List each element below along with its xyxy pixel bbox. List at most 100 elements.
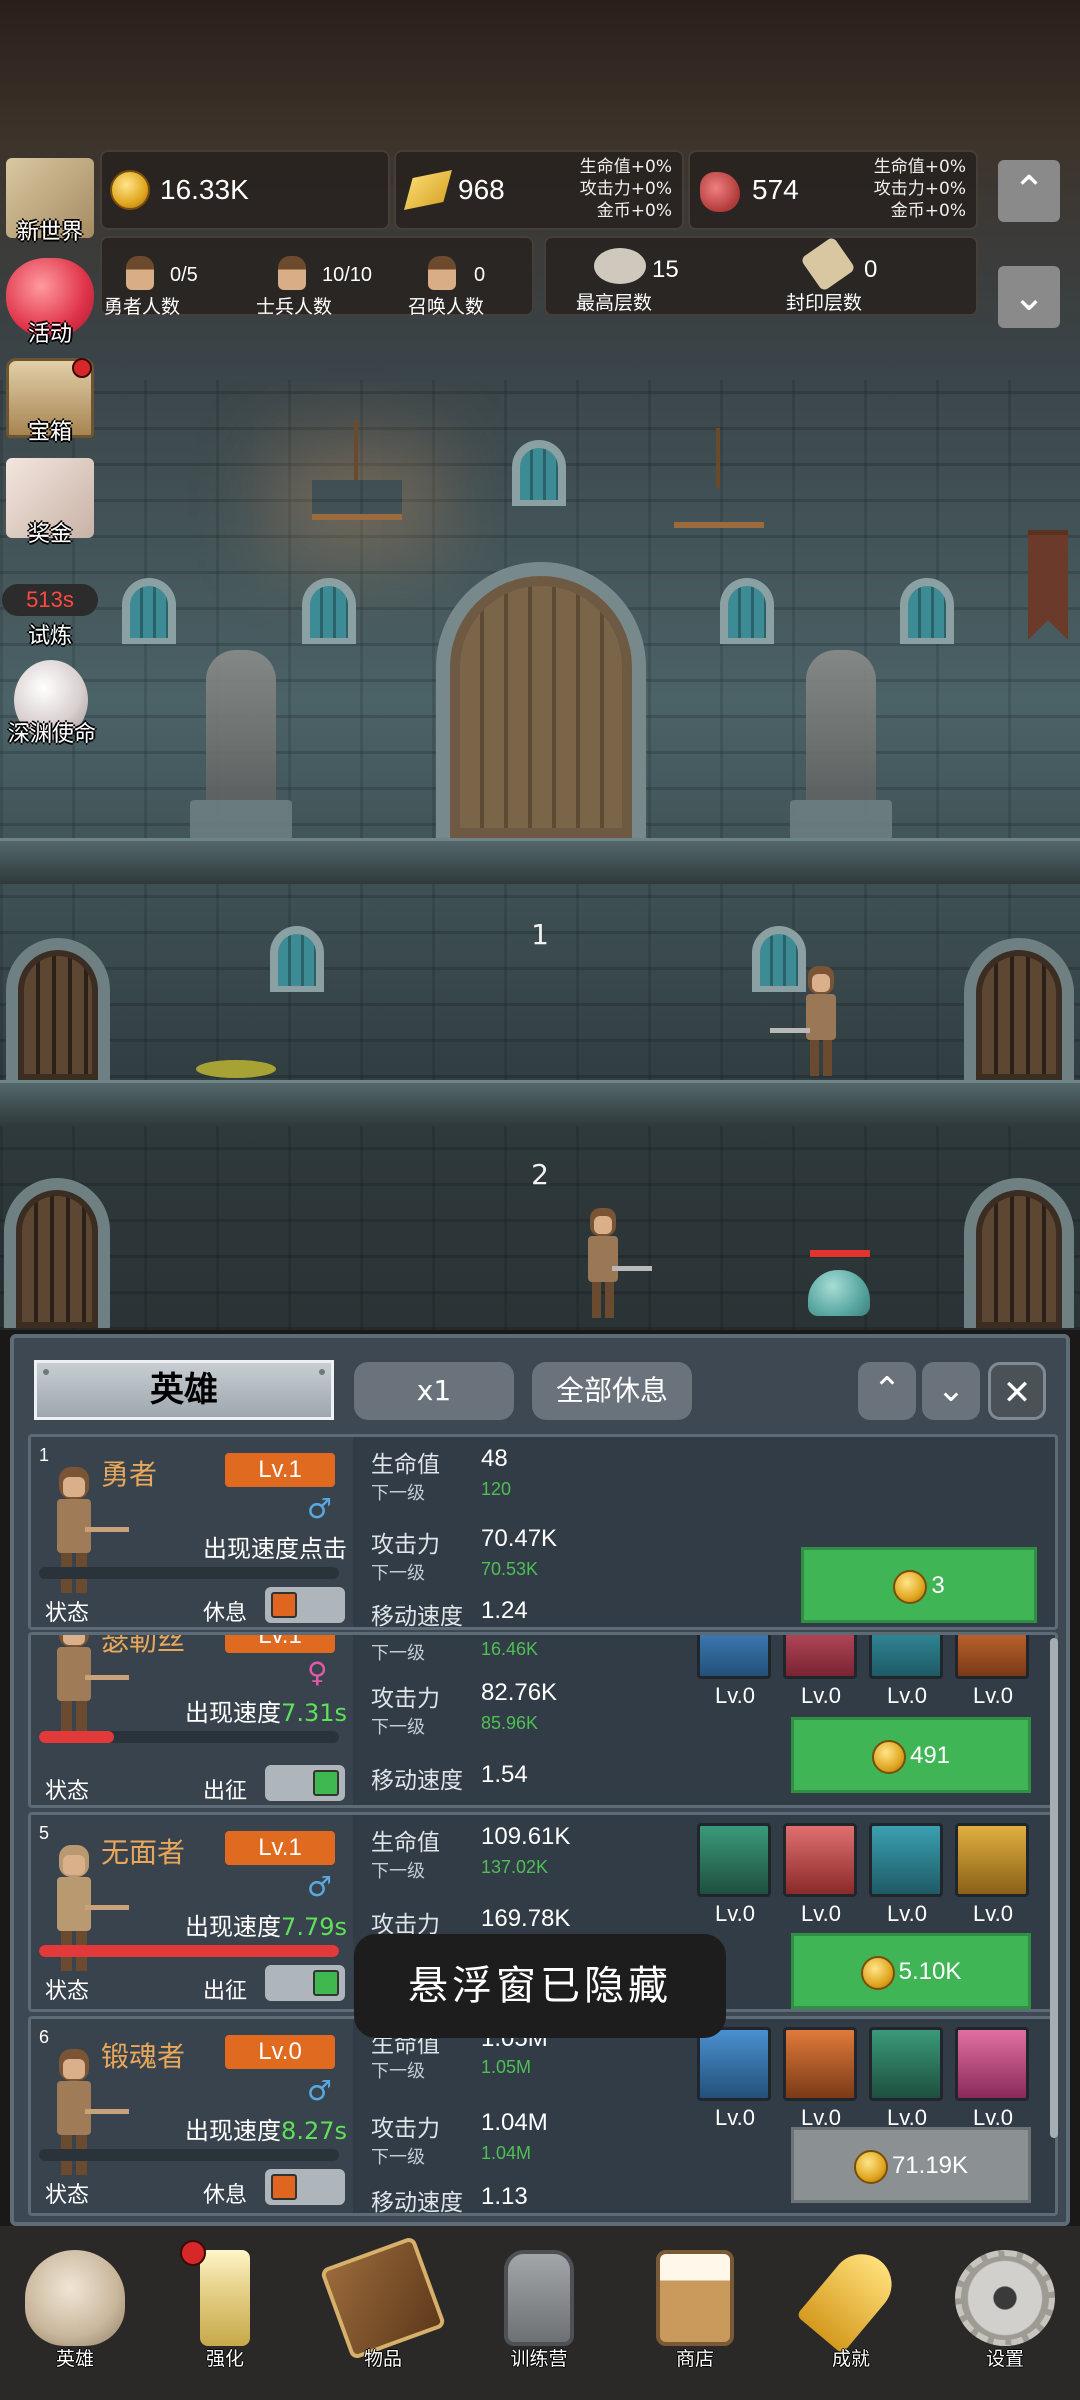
upgrade-button-disabled[interactable]: 71.19K — [791, 2127, 1031, 2203]
state-toggle[interactable] — [265, 2169, 345, 2205]
equipment-slot-boots-icon[interactable] — [955, 2027, 1029, 2101]
dungeon-gate — [6, 938, 110, 1080]
side-new-world[interactable]: 新世界 — [0, 158, 100, 258]
move-speed-label: 移动速度 — [371, 2190, 463, 2216]
hp-next-value: 16.46K — [481, 1639, 539, 1659]
hero-level: Lv.1 — [225, 1453, 335, 1487]
next-level-label: 下一级 — [371, 1483, 425, 1504]
knight-statue — [790, 650, 892, 840]
hp-label: 生命值 — [371, 1830, 440, 1856]
dungeon-gate — [964, 938, 1074, 1080]
meat-bonus: 生命值+0% 攻击力+0% 金币+0% — [873, 157, 966, 221]
nav-settings[interactable]: 设置 — [930, 2236, 1080, 2386]
upgrade-button[interactable]: 3 — [801, 1547, 1037, 1623]
equipment-slot-hammer-icon[interactable] — [869, 2027, 943, 2101]
panel-down-button[interactable]: ⌄ — [922, 1362, 980, 1420]
hero-level: Lv.1 — [225, 1635, 335, 1653]
beer-mug-icon — [656, 2250, 734, 2346]
nav-hero[interactable]: 英雄 — [0, 2236, 150, 2386]
move-speed-value: 1.54 — [481, 1761, 528, 1788]
side-activity-label: 活动 — [27, 322, 72, 347]
nav-enhance[interactable]: 强化 — [150, 2236, 300, 2386]
gold-bar-icon — [404, 170, 452, 210]
list-scrollbar[interactable] — [1050, 1638, 1058, 2138]
hero-index: 1 — [39, 1445, 50, 1465]
upgrade-button[interactable]: 5.10K — [791, 1933, 1031, 2009]
book-icon — [319, 2235, 447, 2361]
upgrade-button[interactable]: 491 — [791, 1717, 1031, 1793]
nav-shop-label: 商店 — [675, 2348, 714, 2370]
equipment-slot-beast-icon[interactable] — [783, 1635, 857, 1679]
skull-icon — [25, 2250, 125, 2346]
hero-panel: 英雄 x1 全部休息 ⌃ ⌄ ✕ 1 勇者 Lv.1 ♂ 出现速度点击 状态 休… — [10, 1334, 1070, 2226]
hero-card[interactable]: 6 锻魂者 Lv.0 ♂ 出现速度8.27s 状态 休息 生命值 1.05M 下… — [28, 2016, 1058, 2216]
equipment-slot-skull-icon[interactable] — [697, 2027, 771, 2101]
panel-up-button[interactable]: ⌃ — [858, 1362, 916, 1420]
atk-next-value: 1.04M — [481, 2143, 532, 2163]
summon-head-icon — [428, 256, 456, 290]
people-panel: 0/5 勇者人数 10/10 士兵人数 0 召唤人数 — [100, 236, 534, 318]
hp-label: 生命值 — [371, 1452, 440, 1478]
goldbar-panel: 968 生命值+0% 攻击力+0% 金币+0% — [394, 150, 684, 230]
equipment-slot-helmet-icon[interactable] — [955, 1823, 1029, 1897]
hero-sprite — [770, 966, 840, 1076]
spawn-speed: 出现速度7.79s — [185, 1913, 347, 1941]
nav-items[interactable]: 物品 — [308, 2235, 458, 2386]
hero-hp-bar — [39, 1731, 339, 1743]
equipment-slot-armor-icon[interactable] — [955, 1635, 1029, 1679]
equipment-slot-boots-icon[interactable] — [869, 1635, 943, 1679]
scroll-up-button[interactable]: ⌃ — [998, 160, 1060, 222]
tab-hero[interactable]: 英雄 — [34, 1360, 334, 1420]
equipment-slot-star-icon[interactable] — [697, 1635, 771, 1679]
status-label: 状态 — [45, 1979, 90, 2004]
hero-name: 瑟勒丝 — [101, 1632, 186, 1657]
nav-achievement[interactable]: 成就 — [776, 2236, 926, 2386]
bottom-nav: 英雄 强化 物品 训练营 商店 成就 设置 — [0, 2226, 1080, 2400]
status-label: 状态 — [45, 2183, 90, 2208]
state-toggle[interactable] — [265, 1765, 345, 1801]
equipment-slot-sword-icon[interactable] — [697, 1823, 771, 1897]
hero-name: 无面者 — [101, 1836, 186, 1869]
side-activity[interactable]: 活动 — [0, 258, 100, 358]
status-label: 状态 — [45, 1779, 90, 1804]
soldier-head-icon — [278, 256, 306, 290]
state-toggle[interactable] — [265, 1965, 345, 2001]
equipment-slot-blade-icon[interactable] — [783, 1823, 857, 1897]
floor-ledge — [0, 1080, 1080, 1126]
coin-icon — [853, 2149, 888, 2184]
equip-level: Lv.0 — [715, 2105, 755, 2130]
side-new-world-label: 新世界 — [16, 220, 83, 245]
side-chest[interactable]: 宝箱 — [0, 358, 100, 458]
close-panel-button[interactable]: ✕ — [988, 1362, 1046, 1420]
main-gate — [436, 562, 646, 838]
hp-value: 48 — [481, 1445, 508, 1472]
male-icon: ♂ — [307, 1492, 333, 1525]
rest-all-button[interactable]: 全部休息 — [532, 1362, 692, 1420]
equipment-slot-boots-icon[interactable] — [869, 1823, 943, 1897]
side-abyss-mission[interactable]: 深渊使命 — [0, 660, 104, 760]
hero-card-left: 5 无面者 Lv.1 ♂ 出现速度7.79s 状态 出征 — [31, 1815, 353, 2009]
spawn-speed: 出现速度7.31s — [185, 1699, 347, 1727]
window — [720, 578, 774, 644]
atk-value: 169.78K — [481, 1905, 571, 1932]
state-label: 出征 — [203, 1979, 248, 2004]
hero-card[interactable]: 1 勇者 Lv.1 ♂ 出现速度点击 状态 休息 生命值 48 下一级 120 … — [28, 1434, 1058, 1630]
scroll-down-button[interactable]: ⌄ — [998, 266, 1060, 328]
side-bonus[interactable]: 奖金 — [0, 458, 100, 558]
soldier-count-label: 士兵人数 — [256, 296, 333, 318]
atk-next-value: 70.53K — [481, 1559, 539, 1579]
speed-button[interactable]: x1 — [354, 1362, 514, 1420]
state-toggle[interactable] — [265, 1587, 345, 1623]
side-trial[interactable]: 试炼 — [0, 562, 100, 662]
coin-icon — [871, 1739, 906, 1774]
spawn-speed: 出现速度点击 — [203, 1535, 347, 1563]
state-label: 出征 — [203, 1779, 248, 1804]
nav-shop[interactable]: 商店 — [620, 2236, 770, 2386]
equipment-slot-axe-icon[interactable] — [783, 2027, 857, 2101]
window — [752, 926, 806, 992]
slime-goo — [196, 1060, 276, 1078]
max-floor-value: 15 — [652, 256, 679, 283]
hero-card[interactable]: 瑟勒丝 Lv.1 ♀ 出现速度7.31s 状态 出征 下一级 16.46K 攻击… — [28, 1632, 1058, 1808]
nav-training-camp[interactable]: 训练营 — [464, 2236, 614, 2386]
summon-count-label: 召唤人数 — [408, 296, 485, 318]
